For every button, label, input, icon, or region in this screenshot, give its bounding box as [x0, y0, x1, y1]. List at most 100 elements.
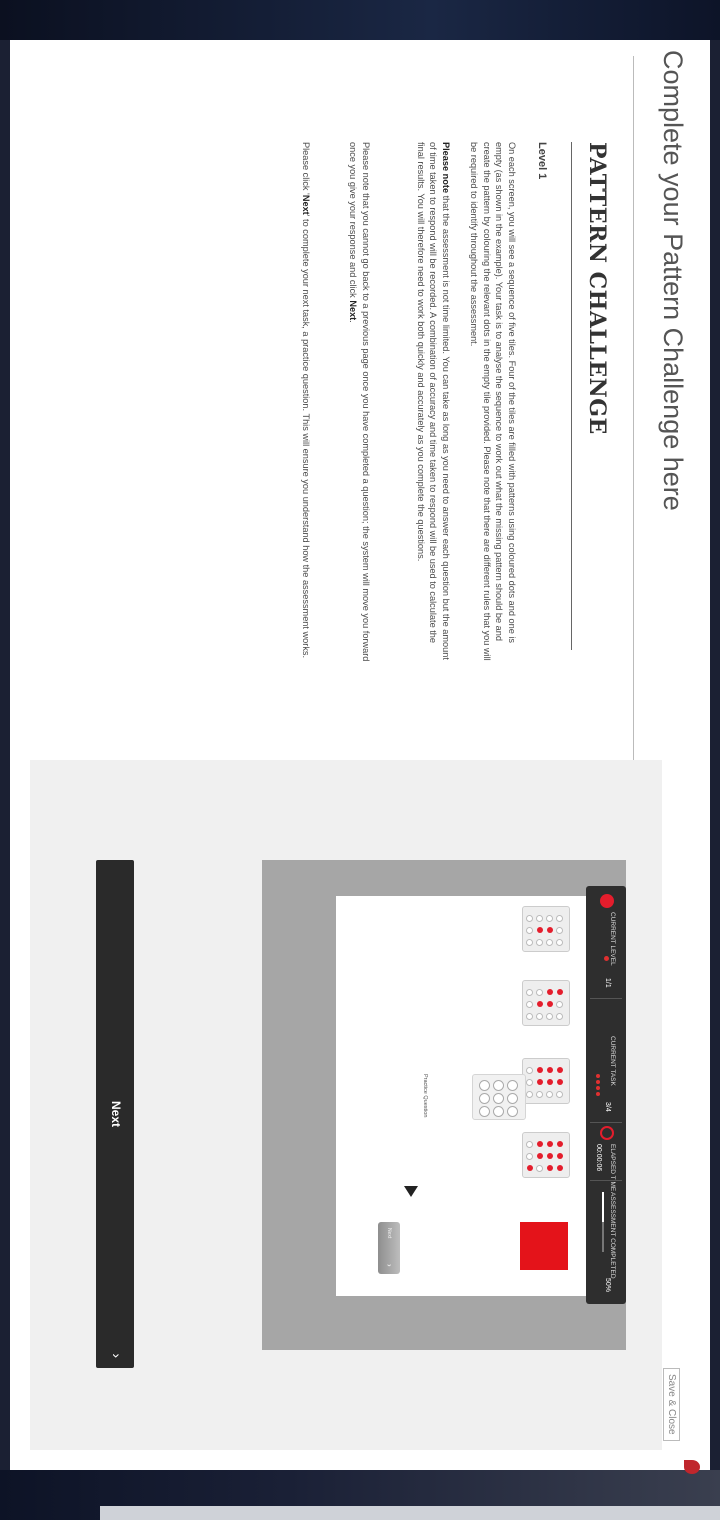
page-title: PATTERN CHALLENGE	[584, 142, 610, 435]
progress-value: 50%	[604, 1278, 611, 1293]
pattern-dot	[526, 1013, 533, 1020]
pattern-dot	[537, 1001, 543, 1007]
next-button-label: Next	[109, 1100, 123, 1127]
chevron-right-icon: ›	[385, 1264, 394, 1267]
pattern-dot	[526, 1067, 533, 1074]
pattern-dot	[536, 1091, 543, 1098]
level-indicator-dot	[604, 956, 609, 961]
pattern-dot	[556, 1001, 563, 1008]
pattern-dot	[547, 1153, 553, 1159]
pattern-dot	[536, 939, 543, 946]
pattern-dot	[526, 989, 533, 996]
time-label: ELAPSED TIME	[609, 1144, 616, 1192]
pattern-dot	[557, 1079, 563, 1085]
empty-dot[interactable]	[493, 1106, 504, 1117]
empty-answer-tile[interactable]	[472, 1074, 526, 1120]
pattern-tile	[522, 1058, 570, 1104]
empty-dot[interactable]	[479, 1080, 490, 1091]
empty-dot[interactable]	[479, 1093, 490, 1104]
example-panel: CURRENT LEVEL 1/1 CURRENT TASK 3/4 ELAPS…	[30, 760, 662, 1450]
empty-dot[interactable]	[507, 1106, 518, 1117]
practice-text-a: Please click '	[301, 142, 311, 195]
task-label: CURRENT TASK	[609, 1036, 616, 1086]
level-label: CURRENT LEVEL	[609, 912, 616, 966]
pattern-dot	[547, 1141, 553, 1147]
pattern-dot	[526, 927, 533, 934]
pattern-dot	[537, 1141, 543, 1147]
no-back-paragraph: Please note that you cannot go back to a…	[347, 142, 372, 662]
pattern-dot	[537, 927, 543, 933]
empty-dot[interactable]	[493, 1080, 504, 1091]
next-emphasis: Next	[301, 194, 311, 215]
pattern-dot	[527, 1165, 533, 1171]
no-back-text: Please note that you cannot go back to a…	[348, 142, 372, 662]
pattern-dot	[557, 1153, 563, 1159]
pattern-tile	[522, 980, 570, 1026]
pattern-tile	[522, 906, 570, 952]
note-text: that the assessment is not time limited.…	[416, 142, 451, 660]
pattern-dot	[546, 1013, 553, 1020]
pattern-dot	[536, 1165, 543, 1172]
next-emphasis: Next	[348, 300, 359, 321]
time-note-paragraph: Please note that the assessment is not t…	[415, 142, 453, 662]
pattern-dot	[526, 1001, 533, 1008]
colour-swatch[interactable]	[520, 1222, 568, 1270]
task-value: 3/4	[604, 1102, 611, 1112]
time-value: 00:00:06	[595, 1144, 602, 1172]
practice-text-b: ' to complete your next task, a practice…	[301, 214, 311, 659]
empty-dot[interactable]	[479, 1106, 490, 1117]
empty-dot[interactable]	[507, 1093, 518, 1104]
empty-dot[interactable]	[507, 1080, 518, 1091]
pattern-dot	[536, 915, 543, 922]
pattern-dot	[537, 1153, 543, 1159]
pattern-dot	[526, 1079, 533, 1086]
pattern-dot	[526, 915, 533, 922]
divider	[590, 1180, 622, 1181]
pattern-dot	[556, 1091, 563, 1098]
instructions-paragraph: On each screen, you will see a sequence …	[469, 142, 518, 661]
empty-dot[interactable]	[493, 1093, 504, 1104]
corner-logo-icon	[684, 1460, 700, 1474]
pattern-dot	[537, 1067, 543, 1073]
divider	[590, 1122, 622, 1123]
pattern-dot	[547, 1001, 553, 1007]
pattern-dot	[526, 1153, 533, 1160]
divider	[590, 998, 622, 999]
pattern-dot	[556, 915, 563, 922]
pattern-dot	[526, 1091, 533, 1098]
progress-fill	[602, 1192, 604, 1222]
pattern-dot	[546, 1091, 553, 1098]
pattern-dot	[557, 1141, 563, 1147]
save-close-button[interactable]: Save & Close	[663, 1368, 680, 1441]
title-divider	[571, 142, 572, 650]
task-progress-dots	[591, 1074, 609, 1098]
pattern-area: Practice Question Next ›	[336, 896, 586, 1296]
pattern-dot	[536, 1013, 543, 1020]
pattern-dot	[536, 989, 543, 996]
level-value: 1/1	[604, 978, 611, 988]
example-next-button: Next ›	[378, 1222, 400, 1274]
pattern-dot	[556, 927, 563, 934]
pattern-dot	[526, 1141, 533, 1148]
pattern-dot	[556, 939, 563, 946]
example-next-label: Next	[386, 1228, 392, 1239]
rotated-page: Complete your Pattern Challenge here Sav…	[0, 0, 720, 1520]
modal-card: Complete your Pattern Challenge here Sav…	[10, 40, 710, 1474]
practice-paragraph: Please click 'Next' to complete your nex…	[300, 142, 313, 662]
pattern-tile	[522, 1132, 570, 1178]
mouse-cursor-icon	[404, 1186, 418, 1197]
pattern-dot	[526, 939, 533, 946]
clock-icon	[600, 1126, 614, 1140]
practice-question-label: Practice Question	[422, 1074, 428, 1118]
header-title: Complete your Pattern Challenge here	[658, 50, 688, 511]
progress-bar	[602, 1192, 604, 1252]
note-emphasis: Please note	[441, 142, 451, 194]
pattern-dot	[547, 989, 553, 995]
period: .	[348, 320, 359, 323]
pattern-dot	[547, 927, 553, 933]
pattern-dot	[537, 1079, 543, 1085]
pattern-dot	[547, 1079, 553, 1085]
pattern-dot	[557, 1067, 563, 1073]
pattern-dot	[547, 1165, 553, 1171]
next-button[interactable]: Next ›	[96, 860, 134, 1368]
